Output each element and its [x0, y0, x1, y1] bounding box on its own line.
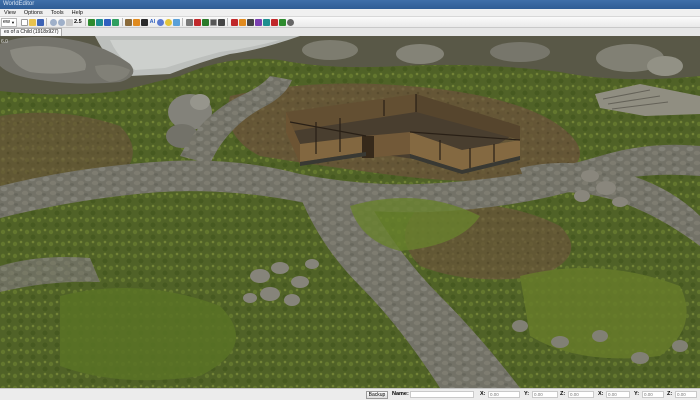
toolbar-separator	[84, 18, 86, 26]
item-icon[interactable]	[278, 18, 286, 26]
grid-icon[interactable]	[209, 18, 217, 26]
move-icon[interactable]	[96, 18, 104, 26]
quest-icon[interactable]	[262, 18, 270, 26]
toolbar-separator	[227, 18, 229, 26]
terrain-icon[interactable]	[125, 18, 133, 26]
view-mode-value: ew	[3, 19, 11, 25]
document-tab-strip: es of a Child (1918x927)	[0, 28, 700, 36]
save-icon[interactable]	[36, 18, 44, 26]
y-field[interactable]: 0.00	[532, 391, 558, 398]
select-icon[interactable]	[88, 18, 96, 26]
main-toolbar: ew ▼ 2.5 AI	[0, 17, 700, 28]
y-label: Y:	[524, 391, 530, 397]
camera-icon[interactable]	[217, 18, 225, 26]
menu-help[interactable]: Help	[68, 9, 87, 17]
menu-bar: View Options Tools Help	[0, 9, 700, 17]
view-mode-dropdown[interactable]: ew ▼	[1, 17, 17, 27]
rot-x-label: X:	[598, 391, 604, 397]
menu-view[interactable]: View	[0, 9, 20, 17]
window-title-bar: WorldEditor	[0, 0, 700, 9]
settings-icon[interactable]	[286, 18, 294, 26]
undo-icon[interactable]	[49, 18, 57, 26]
document-tab[interactable]: es of a Child (1918x927)	[0, 28, 63, 36]
navmesh-icon[interactable]	[156, 18, 164, 26]
z-label: Z:	[560, 391, 566, 397]
water-icon[interactable]	[172, 18, 180, 26]
particle-icon[interactable]	[238, 18, 246, 26]
layer-icon[interactable]	[201, 18, 209, 26]
terrain-render	[0, 36, 700, 388]
npc-icon[interactable]	[270, 18, 278, 26]
scale-icon[interactable]	[112, 18, 120, 26]
rot-z-field[interactable]: 0.00	[675, 391, 697, 398]
brush-icon[interactable]	[185, 18, 193, 26]
new-file-icon[interactable]	[20, 18, 28, 26]
rotate-icon[interactable]	[104, 18, 112, 26]
z-field[interactable]: 0.00	[568, 391, 594, 398]
redo-icon[interactable]	[57, 18, 65, 26]
x-field[interactable]: 0.00	[488, 391, 520, 398]
sound-icon[interactable]	[230, 18, 238, 26]
open-folder-icon[interactable]	[28, 18, 36, 26]
chevron-down-icon: ▼	[11, 19, 15, 25]
fps-counter: 6.0	[1, 39, 8, 45]
name-label: Name:	[392, 391, 409, 397]
ai-label[interactable]: AI	[150, 19, 156, 26]
x-label: X:	[480, 391, 486, 397]
scene-viewport[interactable]: 6.0	[0, 36, 700, 388]
script-icon[interactable]	[193, 18, 201, 26]
status-bar: Backup Name: X: 0.00 Y: 0.00 Z: 0.00 X: …	[0, 388, 700, 400]
rot-y-label: Y:	[634, 391, 640, 397]
rot-y-field[interactable]: 0.00	[642, 391, 664, 398]
menu-tools[interactable]: Tools	[47, 9, 68, 17]
trigger-icon[interactable]	[246, 18, 254, 26]
paint-icon[interactable]	[133, 18, 141, 26]
spawn-icon[interactable]	[254, 18, 262, 26]
toolbar-separator	[182, 18, 184, 26]
rot-z-label: Z:	[667, 391, 673, 397]
name-field[interactable]	[410, 391, 474, 398]
rot-x-field[interactable]: 0.00	[606, 391, 630, 398]
backup-button[interactable]: Backup	[366, 391, 388, 399]
object-icon[interactable]	[141, 18, 149, 26]
toolbar-separator	[121, 18, 123, 26]
light-icon[interactable]	[164, 18, 172, 26]
menu-options[interactable]: Options	[20, 9, 47, 17]
toolbar-separator	[46, 18, 47, 26]
zoom-label[interactable]: 2.5	[74, 19, 82, 26]
refresh-icon[interactable]	[65, 18, 73, 26]
